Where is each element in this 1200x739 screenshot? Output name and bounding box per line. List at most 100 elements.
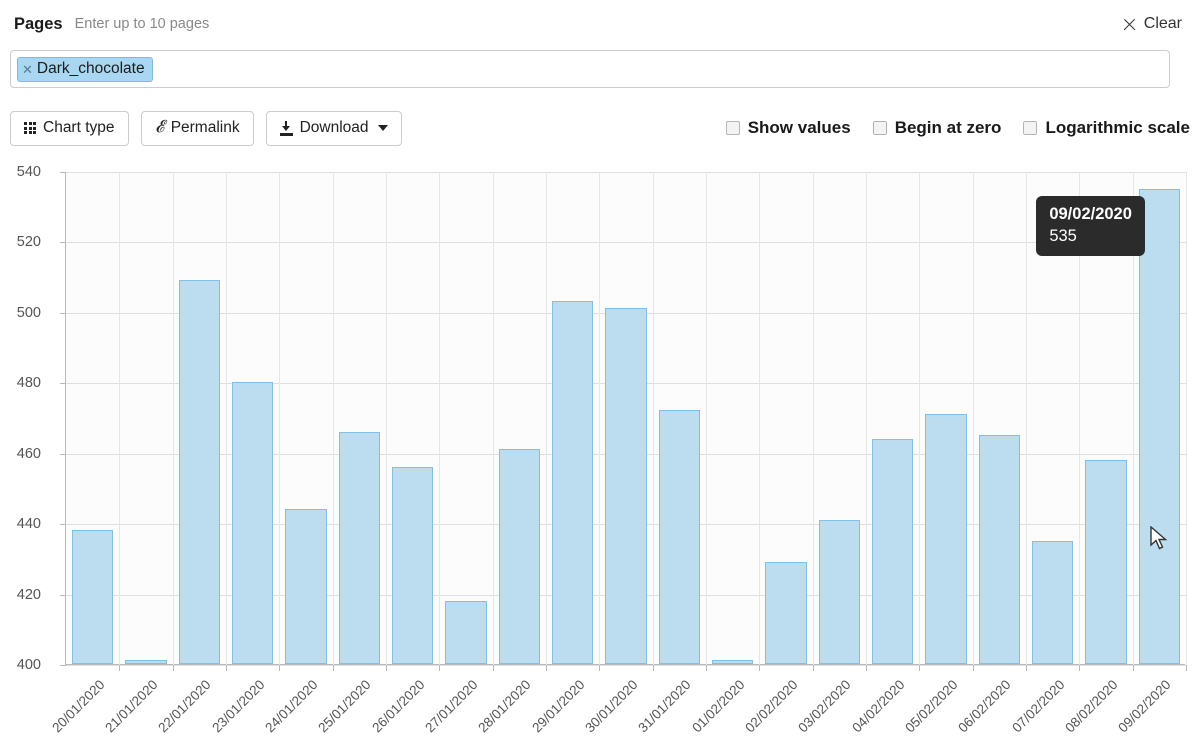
x-axis-tick (226, 665, 227, 671)
bar-chart[interactable]: 400 420 440 460 480 500 520 540 20/01/2020 21/01/… (0, 158, 1200, 739)
page-token-label: Dark_chocolate (36, 60, 145, 77)
x-gridline (1186, 172, 1187, 665)
bar[interactable] (71, 530, 114, 664)
bar[interactable] (871, 438, 914, 664)
bar[interactable] (445, 600, 487, 664)
x-gridline (759, 172, 760, 665)
x-axis-tick (973, 665, 974, 671)
x-axis-tick (1186, 665, 1187, 671)
y-gridline (66, 242, 1186, 244)
y-axis-tick (60, 383, 66, 385)
clear-button[interactable]: Clear (1122, 15, 1186, 33)
bar[interactable] (605, 308, 647, 664)
pages-hint-text: Enter up to 10 pages (74, 16, 210, 32)
y-axis-label: 400 (16, 657, 41, 673)
bar[interactable] (765, 561, 807, 664)
bar[interactable] (338, 431, 381, 664)
logarithmic-scale-checkbox[interactable]: Logarithmic scale (1023, 118, 1190, 138)
x-axis-tick (386, 665, 387, 671)
bar[interactable] (1138, 188, 1181, 664)
x-axis-tick (333, 665, 334, 671)
y-axis-tick (60, 172, 66, 173)
x-axis-tick (119, 665, 120, 671)
bar[interactable] (1031, 540, 1074, 664)
y-gridline (66, 172, 1186, 173)
x-gridline (653, 172, 654, 665)
x-gridline (439, 172, 440, 665)
bar[interactable] (978, 435, 1021, 664)
x-gridline (973, 172, 974, 665)
x-axis-tick (599, 665, 600, 671)
download-label: Download (299, 119, 369, 136)
x-gridline (493, 172, 494, 665)
bar[interactable] (391, 466, 434, 664)
y-axis-label: 500 (16, 304, 41, 321)
logarithmic-scale-label: Logarithmic scale (1045, 118, 1190, 137)
checkbox-box-show-values[interactable] (725, 121, 740, 135)
checkbox-box-logarithmic-scale[interactable] (1023, 121, 1038, 135)
x-gridline (1026, 172, 1027, 665)
bar[interactable] (818, 519, 861, 664)
x-axis-tick (546, 665, 547, 671)
x-axis-tick (706, 665, 707, 671)
bar[interactable] (231, 382, 274, 664)
x-gridline (866, 172, 867, 665)
show-values-checkbox[interactable]: Show values (725, 118, 851, 138)
y-axis-tick (60, 594, 66, 596)
x-gridline (119, 172, 120, 665)
x-gridline (546, 172, 547, 665)
bar[interactable] (498, 449, 541, 664)
x-gridline (226, 172, 227, 665)
y-axis-tick (60, 524, 66, 526)
x-gridline (919, 172, 920, 665)
page-token[interactable]: ✕ Dark_chocolate (17, 56, 153, 82)
chart-toolbar: Chart type 𝓔 Permalink Download Show val… (10, 110, 1190, 146)
chart-tooltip: 09/02/2020 535 (1036, 195, 1145, 257)
chevron-down-icon (377, 125, 388, 131)
bar[interactable] (658, 410, 701, 664)
show-values-label: Show values (747, 118, 851, 137)
tooltip-date: 09/02/2020 (1049, 204, 1132, 223)
y-axis-label: 520 (16, 234, 41, 251)
x-axis-tick (1133, 665, 1134, 671)
y-axis-tick (60, 242, 66, 244)
x-axis-tick (919, 665, 920, 671)
checkbox-box-begin-at-zero[interactable] (872, 121, 887, 135)
bar[interactable] (125, 660, 167, 664)
x-gridline (386, 172, 387, 665)
x-gridline (173, 172, 174, 665)
x-axis-tick (439, 665, 440, 671)
bar[interactable] (285, 509, 327, 664)
x-gridline (706, 172, 707, 665)
chart-type-label: Chart type (43, 119, 115, 136)
page-title: Pages (14, 14, 63, 33)
bar[interactable] (925, 413, 967, 664)
pageviews-chart-app: Pages Enter up to 10 pages Clear ✕ Dark_… (0, 0, 1200, 739)
begin-at-zero-checkbox[interactable]: Begin at zero (872, 118, 1001, 138)
x-gridline (599, 172, 600, 665)
chart-type-button[interactable]: Chart type (10, 110, 129, 146)
clear-button-label: Clear (1143, 15, 1182, 32)
bar[interactable] (551, 301, 594, 664)
y-axis-label: 440 (16, 516, 41, 533)
x-axis-tick (1079, 665, 1080, 671)
y-axis-label: 460 (16, 445, 41, 462)
bar[interactable] (711, 660, 754, 664)
x-gridline (279, 172, 280, 665)
download-button[interactable]: Download (265, 110, 402, 146)
pages-header: Pages Enter up to 10 pages Clear (0, 0, 1200, 48)
y-axis-tick (60, 312, 66, 314)
plot-area[interactable]: 400 420 440 460 480 500 520 540 20/01/2020 21/01/… (17, 164, 1187, 735)
bar[interactable] (178, 280, 221, 664)
x-axis-tick (493, 665, 494, 671)
y-gridline (66, 665, 1186, 666)
token-remove-x-icon[interactable]: ✕ (22, 63, 33, 76)
x-axis-tick (1026, 665, 1027, 671)
permalink-button[interactable]: 𝓔 Permalink (140, 110, 254, 146)
permalink-label: Permalink (170, 119, 240, 136)
pages-input[interactable]: ✕ Dark_chocolate (10, 50, 1170, 88)
close-x-icon (1122, 17, 1137, 32)
y-axis-label: 420 (16, 586, 41, 603)
y-axis-label: 480 (16, 375, 41, 392)
bar[interactable] (1085, 459, 1127, 664)
